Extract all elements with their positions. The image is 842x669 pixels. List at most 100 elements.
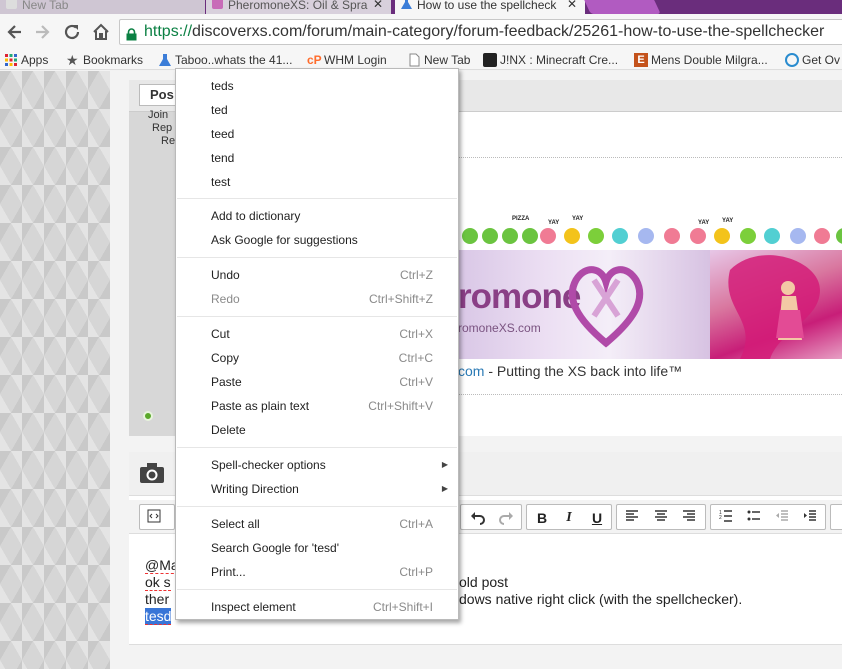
- menu-shortcut: Ctrl+C: [398, 351, 433, 365]
- menu-shortcut: Ctrl+Shift+V: [368, 399, 433, 413]
- bookmark-apps[interactable]: Apps: [4, 52, 48, 68]
- more-tools-group[interactable]: [830, 504, 842, 530]
- bookmark-label: WHM Login: [324, 53, 387, 67]
- menu-paste[interactable]: Paste Ctrl+V: [176, 370, 458, 394]
- editor-line[interactable]: ther: [145, 591, 169, 608]
- new-tab-button[interactable]: [583, 0, 661, 14]
- banner-figure-image: [728, 255, 820, 359]
- user-rep-label: Rep: [152, 122, 173, 134]
- reload-icon[interactable]: [61, 21, 83, 43]
- url-text: discoverxs.com/forum/main-category/forum…: [192, 23, 825, 40]
- divider: [458, 157, 842, 158]
- editor-line[interactable]: tesd: [145, 608, 172, 625]
- menu-copy[interactable]: Copy Ctrl+C: [176, 346, 458, 370]
- banner-url-text: romoneXS.com: [458, 321, 541, 335]
- menu-print[interactable]: Print... Ctrl+P: [176, 560, 458, 584]
- bookmark-whm-login[interactable]: cP WHM Login: [307, 52, 387, 68]
- forward-arrow-icon[interactable]: [31, 21, 53, 43]
- menu-undo[interactable]: Undo Ctrl+Z: [176, 263, 458, 287]
- menu-search-google[interactable]: Search Google for 'tesd': [176, 536, 458, 560]
- bookmark-bookmarks[interactable]: ★ Bookmarks: [66, 52, 143, 68]
- align-right-icon[interactable]: [680, 509, 698, 527]
- misspelled-word-selected[interactable]: tesd: [145, 608, 172, 625]
- menu-shortcut: Ctrl+X: [399, 327, 433, 341]
- close-icon[interactable]: ✕: [373, 0, 383, 11]
- close-icon[interactable]: ✕: [567, 0, 577, 11]
- bold-icon[interactable]: B: [533, 509, 551, 527]
- smiley-icon: [482, 228, 498, 244]
- tab-spellchecker-active[interactable]: How to use the spellcheck ✕: [395, 0, 585, 14]
- menu-delete[interactable]: Delete: [176, 418, 458, 442]
- menu-paste-plain-text[interactable]: Paste as plain text Ctrl+Shift+V: [176, 394, 458, 418]
- bookmark-jinx[interactable]: J!NX : Minecraft Cre...: [483, 52, 618, 68]
- page-footer: [129, 644, 842, 669]
- ordered-list-icon[interactable]: 12: [717, 509, 735, 527]
- bookmark-label: Bookmarks: [83, 53, 144, 67]
- menu-item-label: Undo: [211, 268, 240, 282]
- align-left-icon[interactable]: [623, 509, 641, 527]
- banner-logo-area: romone romoneXS.com: [458, 250, 710, 359]
- editor-line-continuation[interactable]: dows native right click (with the spellc…: [459, 591, 742, 608]
- suggestion-test[interactable]: test: [176, 170, 458, 194]
- menu-item-label: Cut: [211, 327, 230, 341]
- signature-link[interactable]: com: [458, 363, 484, 379]
- signature-banner: romone romoneXS.com: [458, 250, 842, 359]
- home-icon[interactable]: [90, 21, 112, 43]
- circle-logo-icon: [785, 53, 799, 67]
- address-bar[interactable]: https://discoverxs.com/forum/main-catego…: [119, 19, 842, 45]
- tab-new-tab[interactable]: New Tab: [0, 0, 205, 14]
- jinx-icon: [483, 53, 497, 67]
- add-to-dictionary[interactable]: Add to dictionary: [176, 204, 458, 228]
- indent-icon[interactable]: [801, 509, 819, 527]
- bookmark-label: Apps: [21, 53, 49, 67]
- ask-google-suggestions[interactable]: Ask Google for suggestions: [176, 228, 458, 252]
- bookmark-get-ov[interactable]: Get Ov: [785, 52, 840, 68]
- tab-pheromonexs[interactable]: PheromoneXS: Oil & Spra ✕: [206, 0, 391, 14]
- editor-line-text: @Ma: [145, 557, 179, 574]
- list-indent-group: 12: [710, 504, 826, 530]
- bookmarks-bar: Apps ★ Bookmarks Taboo..whats the 41... …: [0, 50, 842, 70]
- underline-icon[interactable]: U: [588, 509, 606, 527]
- menu-shortcut: Ctrl+Shift+I: [372, 600, 433, 614]
- menu-select-all[interactable]: Select all Ctrl+A: [176, 512, 458, 536]
- align-center-icon[interactable]: [652, 509, 670, 527]
- bookmark-taboo[interactable]: Taboo..whats the 41...: [158, 52, 292, 68]
- italic-icon[interactable]: I: [560, 509, 578, 527]
- url-scheme: https://: [144, 23, 193, 40]
- suggestion-teds[interactable]: teds: [176, 74, 458, 98]
- back-arrow-icon[interactable]: [4, 21, 26, 43]
- menu-cut[interactable]: Cut Ctrl+X: [176, 322, 458, 346]
- smiley-tag: YAY: [698, 220, 710, 226]
- undo-icon[interactable]: [469, 509, 487, 527]
- menu-item-label: Delete: [211, 423, 246, 437]
- apps-grid-icon: [4, 53, 18, 67]
- flask-favicon-icon: [401, 0, 412, 9]
- camera-icon[interactable]: [139, 460, 165, 486]
- smiley-icon: [540, 228, 556, 244]
- smiley-icon: [462, 228, 478, 244]
- redo-icon[interactable]: [497, 509, 515, 527]
- suggestion-teed[interactable]: teed: [176, 122, 458, 146]
- smiley-icon: [638, 228, 654, 244]
- post-button[interactable]: Pos: [139, 84, 179, 106]
- editor-line[interactable]: ok s: [145, 574, 171, 591]
- smiley-icon: [588, 228, 604, 244]
- user-join-label: Join: [148, 109, 169, 121]
- smiley-icon: [740, 228, 756, 244]
- menu-item-label: Print...: [211, 565, 246, 579]
- bookmark-new-tab[interactable]: New Tab: [407, 52, 470, 68]
- menu-spell-checker-options[interactable]: Spell-checker options ▶: [176, 453, 458, 477]
- bookmark-mens-double[interactable]: E Mens Double Milgra...: [634, 52, 768, 68]
- editor-line[interactable]: @Ma: [145, 557, 179, 574]
- editor-line-continuation[interactable]: old post: [459, 574, 508, 591]
- source-icon[interactable]: [145, 509, 163, 527]
- menu-item-label: Paste as plain text: [211, 399, 310, 413]
- bullet-list-icon[interactable]: [745, 509, 763, 527]
- suggestion-tend[interactable]: tend: [176, 146, 458, 170]
- menu-item-label: Copy: [211, 351, 240, 365]
- menu-writing-direction[interactable]: Writing Direction ▶: [176, 477, 458, 501]
- outdent-icon[interactable]: [773, 509, 791, 527]
- tab-title: How to use the spellcheck: [417, 0, 557, 12]
- menu-inspect-element[interactable]: Inspect element Ctrl+Shift+I: [176, 595, 458, 619]
- suggestion-ted[interactable]: ted: [176, 98, 458, 122]
